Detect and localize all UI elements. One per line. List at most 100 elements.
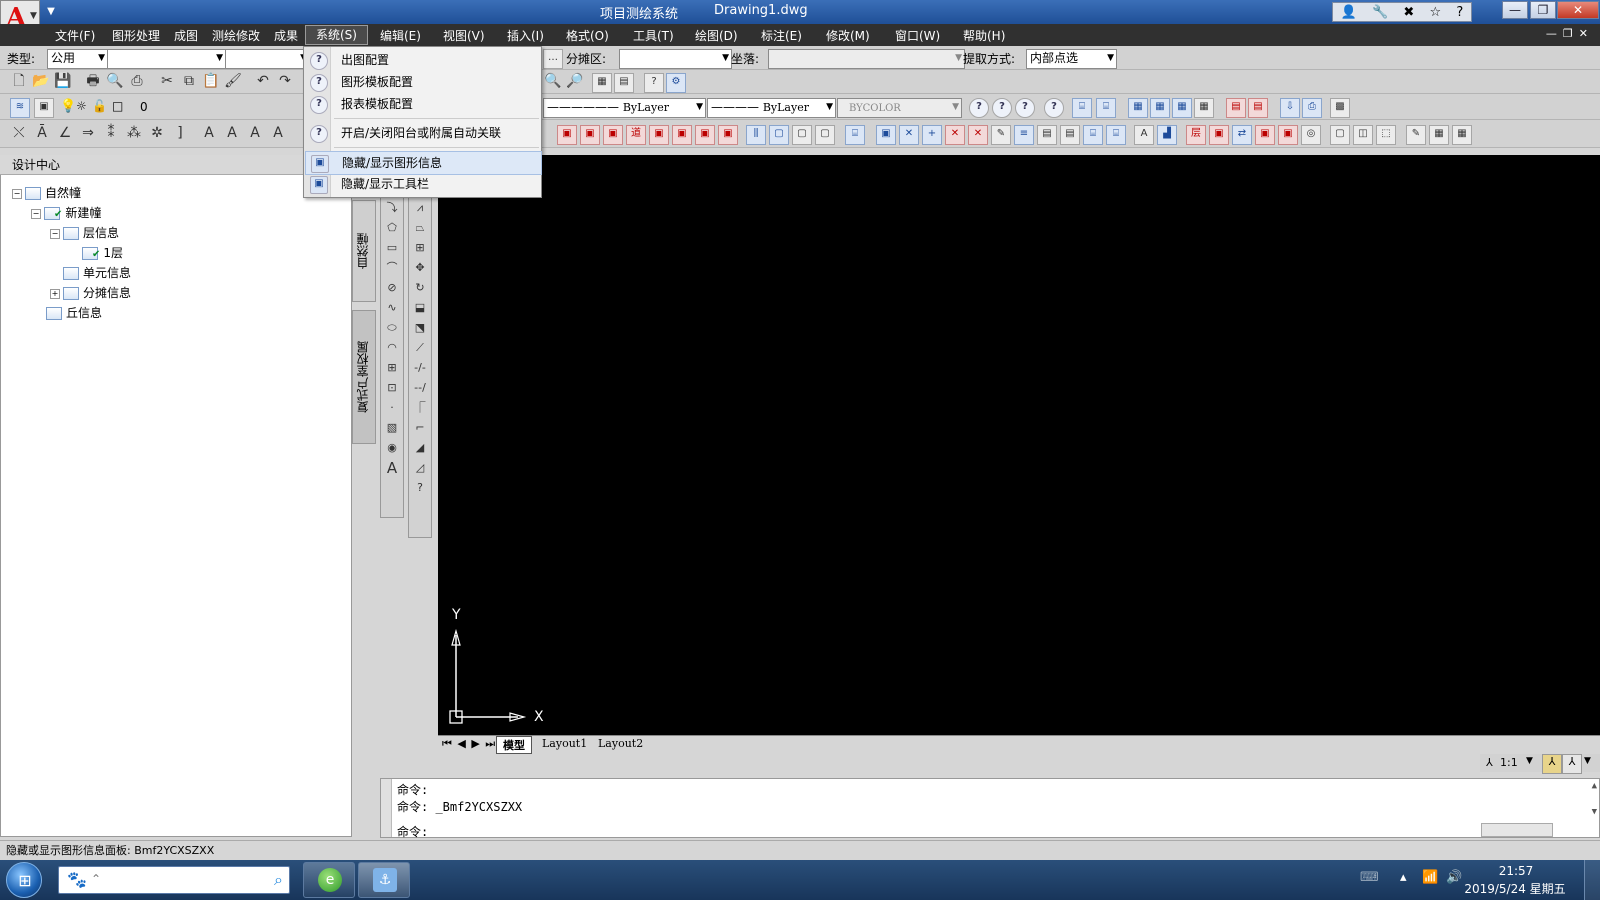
chamfer-icon[interactable]: ⌐ — [411, 419, 429, 437]
column-icon[interactable]: ⫼ — [746, 125, 766, 145]
plotstyle-select[interactable]: BYCOLOR ▼ — [837, 98, 962, 118]
layer-state-icon[interactable]: ▣ — [34, 98, 54, 118]
red-tool-icon[interactable]: ▣ — [603, 125, 623, 145]
menu-mapping[interactable]: 成图 — [174, 27, 198, 44]
linetype-select[interactable]: —————— ByLayer ▼ — [543, 98, 706, 118]
show-desktop-button[interactable] — [1584, 860, 1600, 900]
menu-item-report-template-config[interactable]: ? 报表模板配置 — [305, 93, 540, 115]
menu-draw[interactable]: 绘图(D) — [695, 27, 738, 44]
design-center-icon[interactable]: ▤ — [614, 73, 634, 93]
quick-access-dropdown-icon[interactable]: ▼ — [44, 2, 58, 22]
measure-icon[interactable]: A — [1134, 125, 1154, 145]
annotation-scale-icon[interactable]: ⅄ — [1486, 756, 1493, 769]
polygon-icon[interactable]: ⬠ — [383, 219, 401, 237]
make-block-icon[interactable]: ⊡ — [383, 379, 401, 397]
tree-node-new-building[interactable]: − ✔ 新建幢 — [31, 204, 101, 224]
grid-icon[interactable]: ▦ — [1172, 98, 1192, 118]
help-icon[interactable]: ? — [969, 98, 989, 118]
menu-item-graphic-template-config[interactable]: ? 图形模板配置 — [305, 71, 540, 93]
delete-icon[interactable]: ✕ — [968, 125, 988, 145]
zoom-window-icon[interactable]: 🔍 — [544, 73, 562, 91]
expand-toggle[interactable]: + — [50, 288, 60, 299]
copy-icon[interactable]: ⧉ — [180, 73, 198, 91]
category-select[interactable]: ▼ — [107, 49, 226, 69]
undo-icon[interactable]: ↶ — [254, 73, 272, 91]
menu-format[interactable]: 格式(O) — [566, 27, 609, 44]
taskbar-search[interactable]: 🐾 ⌃ ⌕ — [58, 866, 290, 894]
collapse-toggle[interactable]: − — [12, 188, 22, 199]
rename-icon[interactable]: ✎ — [1406, 125, 1426, 145]
search-icon[interactable]: ⌕ — [274, 870, 283, 890]
split-icon[interactable]: ◫ — [1353, 125, 1373, 145]
menu-help[interactable]: 帮助(H) — [963, 27, 1005, 44]
menu-tools[interactable]: 工具(T) — [633, 27, 674, 44]
collapse-toggle[interactable]: − — [50, 228, 60, 239]
red-tool-icon[interactable]: ▣ — [672, 125, 692, 145]
current-layer[interactable]: 0 — [140, 100, 148, 114]
scroll-down-icon[interactable]: ▼ — [1592, 807, 1597, 817]
save-icon[interactable]: 💾 — [54, 73, 72, 91]
building-info-icon[interactable]: ⌸ — [1072, 98, 1092, 118]
chevron-up-icon[interactable]: ⌃ — [91, 872, 101, 886]
delete-icon[interactable]: ✕ — [899, 125, 919, 145]
angle-icon[interactable]: ∠ — [56, 125, 74, 143]
mirror-icon[interactable]: ⩘ — [411, 199, 429, 217]
help-icon[interactable]: ? — [411, 479, 429, 497]
add-icon[interactable]: + — [922, 125, 942, 145]
red-tool-icon[interactable]: ▣ — [1278, 125, 1298, 145]
menu-item-toggle-toolbar[interactable]: ▣ 隐藏/显示工具栏 — [305, 173, 540, 195]
text-icon[interactable]: A — [383, 459, 401, 477]
annotation-visibility-icon[interactable]: ⅄ — [1542, 754, 1562, 774]
menu-item-toggle-graphic-info[interactable]: ▣ 隐藏/显示图形信息 — [305, 151, 542, 175]
tool-icon[interactable]: ▤ — [1060, 125, 1080, 145]
frame-icon[interactable]: ▢ — [769, 125, 789, 145]
break-icon[interactable]: --/ — [411, 379, 429, 397]
road-icon[interactable]: 道 — [626, 125, 646, 145]
tree-node-floor-info[interactable]: − 层信息 — [50, 224, 119, 242]
tree-node-natural-building[interactable]: − 自然幢 — [12, 184, 81, 202]
minimize-button[interactable]: — — [1502, 1, 1528, 19]
circle-icon[interactable]: ⊘ — [383, 279, 401, 297]
rectangle-icon[interactable]: ▭ — [383, 239, 401, 257]
building-info-icon[interactable]: ⌸ — [1083, 125, 1103, 145]
subcategory-select[interactable]: ▼ — [225, 49, 310, 69]
cut-icon[interactable]: ✂ — [158, 73, 176, 91]
tab-natural-building[interactable]: 自然幢 — [352, 200, 376, 302]
taskbar-app-cad[interactable]: ⚓ — [358, 862, 410, 898]
building-info-icon[interactable]: ⌸ — [1096, 98, 1116, 118]
menu-results[interactable]: 成果 — [274, 27, 298, 44]
text-a-icon[interactable]: A — [246, 125, 264, 143]
join-icon[interactable]: ⎾ — [411, 399, 429, 417]
clock-time[interactable]: 21:57 — [1476, 864, 1556, 878]
lineweight-select[interactable]: ———— ByLayer ▼ — [707, 98, 836, 118]
print-icon[interactable]: ⎙ — [1302, 98, 1322, 118]
dashed-frame-icon[interactable]: ⬚ — [1376, 125, 1396, 145]
frame-icon[interactable]: ▢ — [815, 125, 835, 145]
chevron-down-icon[interactable]: ▼ — [1526, 756, 1533, 766]
menu-system[interactable]: 系统(S) — [305, 25, 368, 45]
menu-edit[interactable]: 编辑(E) — [380, 27, 421, 44]
menu-survey-edit[interactable]: 测绘修改 — [212, 27, 260, 44]
menu-modify[interactable]: 修改(M) — [826, 27, 870, 44]
grid-icon[interactable]: ▦ — [1150, 98, 1170, 118]
fillet-icon[interactable]: ◢ — [411, 439, 429, 457]
horizontal-scrollbar[interactable] — [1481, 823, 1553, 837]
command-window-grip[interactable] — [381, 779, 392, 837]
red-tool-icon[interactable]: ▣ — [1209, 125, 1229, 145]
help-icon[interactable]: ? — [1044, 98, 1064, 118]
hatch-icon[interactable]: ▧ — [383, 419, 401, 437]
text-a-icon[interactable]: A — [269, 125, 287, 143]
trim-icon[interactable]: ⟋ — [411, 339, 429, 357]
keyboard-icon[interactable]: ⌨ — [1360, 870, 1379, 885]
extend-icon[interactable]: -/- — [411, 359, 429, 377]
color-blocks-icon[interactable]: ▩ — [1330, 98, 1350, 118]
camera-icon[interactable]: ◎ — [1301, 125, 1321, 145]
menu-item-output-config[interactable]: ? 出图配置 — [305, 49, 540, 71]
chevron-up-icon[interactable]: ▴ — [1400, 870, 1407, 885]
tab-model[interactable]: 模型 — [496, 736, 532, 754]
network-icon[interactable]: 📶 — [1422, 870, 1438, 885]
menu-dimension[interactable]: 标注(E) — [761, 27, 802, 44]
zoom-previous-icon[interactable]: 🔎 — [566, 73, 584, 91]
select-icon[interactable]: ▣ — [876, 125, 896, 145]
tab-navigation-icons[interactable]: ⏮ ◀ ▶ ⏭ — [442, 737, 496, 751]
